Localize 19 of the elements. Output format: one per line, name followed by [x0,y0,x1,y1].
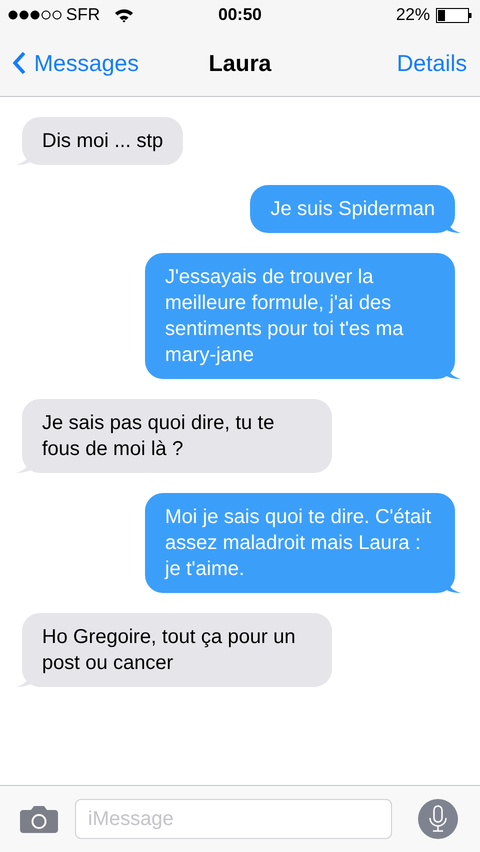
outgoing-message-bubble: J'essayais de trouver la meilleure formule, j'ai des sentiments pour toi t'es ma mary-jane [145,253,455,379]
message-input[interactable]: iMessage [75,799,392,839]
microphone-icon[interactable] [418,799,458,839]
outgoing-message-bubble: Je suis Spiderman [250,185,455,233]
back-button[interactable]: Messages [12,46,139,80]
battery-percentage: 22% [396,4,430,26]
incoming-message-bubble: Dis moi ... stp [22,117,184,165]
incoming-message-bubble: Ho Gregoire, tout ça pour un post ou cancer [22,613,332,687]
signal-strength-icon [8,10,62,20]
battery-icon [436,8,472,22]
outgoing-message-bubble: Moi je sais quoi te dire. C'était assez maladroit mais Laura : je t'aime. [145,493,455,593]
incoming-message-bubble: Je sais pas quoi dire, tu te fous de moi là ? [22,399,332,473]
chevron-left-icon [12,51,26,75]
contact-name: Laura [208,48,272,78]
carrier-name: SFR [66,4,100,26]
wifi-icon [114,8,134,22]
details-button[interactable]: Details [396,46,468,80]
camera-icon[interactable] [20,805,58,833]
status-time: 00:50 [218,4,262,26]
